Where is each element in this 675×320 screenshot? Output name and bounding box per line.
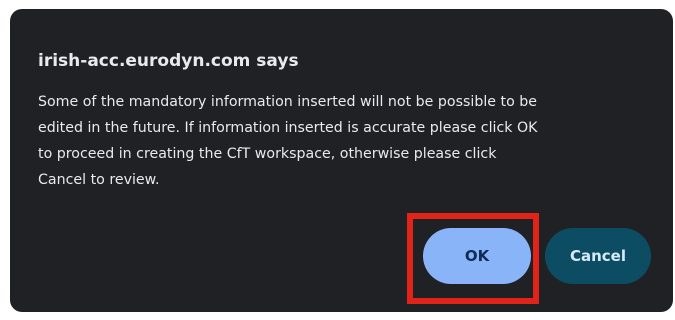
cancel-button[interactable]: Cancel bbox=[545, 228, 651, 284]
dialog-message-line: to proceed in creating the CfT workspace… bbox=[38, 146, 497, 162]
dialog-message: Some of the mandatory information insert… bbox=[38, 89, 675, 193]
ok-button[interactable]: OK bbox=[423, 228, 531, 284]
dialog-message-line: Some of the mandatory information insert… bbox=[38, 94, 538, 110]
dialog-title: irish-acc.eurodyn.com says bbox=[38, 51, 299, 71]
dialog-message-line: Cancel to review. bbox=[38, 172, 160, 188]
dialog-message-line: edited in the future. If information ins… bbox=[38, 120, 538, 136]
